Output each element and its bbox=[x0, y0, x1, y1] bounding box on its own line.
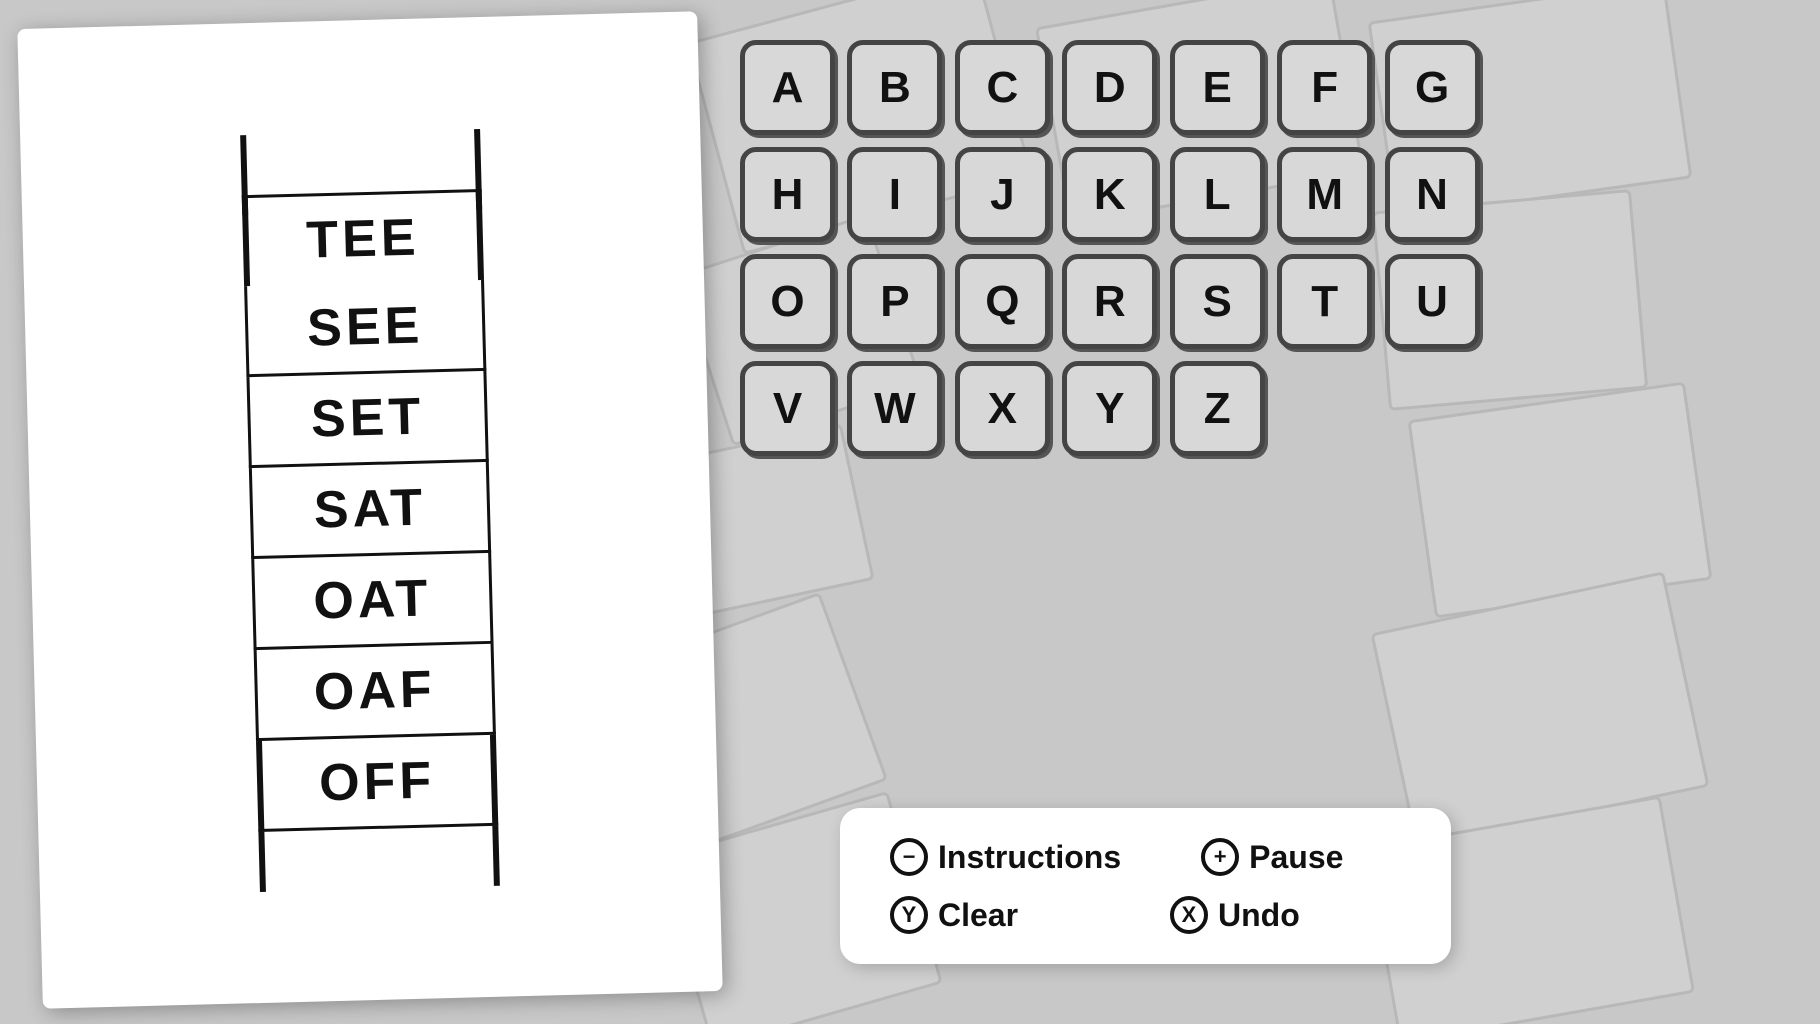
instructions-icon: − bbox=[890, 838, 928, 876]
undo-label: Undo bbox=[1218, 897, 1300, 934]
key-x[interactable]: X bbox=[955, 361, 1050, 456]
key-k[interactable]: K bbox=[1062, 147, 1157, 242]
instructions-button[interactable]: − Instructions bbox=[890, 838, 1121, 876]
paper-card: TEE SEE SET SAT OAT OAF OFF bbox=[17, 11, 722, 1008]
key-t[interactable]: T bbox=[1277, 254, 1372, 349]
key-b[interactable]: B bbox=[847, 40, 942, 135]
word-ladder: TEE SEE SET SAT OAT OAF OFF bbox=[242, 188, 499, 831]
instructions-label: Instructions bbox=[938, 839, 1121, 876]
word-oaf: OAF bbox=[254, 643, 496, 740]
clear-icon: Y bbox=[890, 896, 928, 934]
key-u[interactable]: U bbox=[1385, 254, 1480, 349]
key-y[interactable]: Y bbox=[1062, 361, 1157, 456]
keyboard-area: ABCDEFG HIJKLMN OPQRSTU VWXYZ bbox=[740, 40, 1800, 456]
word-see: SEE bbox=[244, 279, 486, 376]
key-m[interactable]: M bbox=[1277, 147, 1372, 242]
word-oat: OAT bbox=[251, 552, 493, 649]
key-i[interactable]: I bbox=[847, 147, 942, 242]
key-z[interactable]: Z bbox=[1170, 361, 1265, 456]
controls-row-1: − Instructions + Pause bbox=[890, 838, 1401, 876]
key-d[interactable]: D bbox=[1062, 40, 1157, 135]
key-r[interactable]: R bbox=[1062, 254, 1157, 349]
controls-panel: − Instructions + Pause Y Clear X Undo bbox=[840, 808, 1451, 964]
clear-button[interactable]: Y Clear bbox=[890, 896, 1090, 934]
pause-label: Pause bbox=[1249, 839, 1343, 876]
key-a[interactable]: A bbox=[740, 40, 835, 135]
key-e[interactable]: E bbox=[1170, 40, 1265, 135]
key-j[interactable]: J bbox=[955, 147, 1050, 242]
word-tee: TEE bbox=[242, 188, 484, 285]
clear-label: Clear bbox=[938, 897, 1018, 934]
key-o[interactable]: O bbox=[740, 254, 835, 349]
key-v[interactable]: V bbox=[740, 361, 835, 456]
key-c[interactable]: C bbox=[955, 40, 1050, 135]
key-p[interactable]: P bbox=[847, 254, 942, 349]
key-f[interactable]: F bbox=[1277, 40, 1372, 135]
undo-button[interactable]: X Undo bbox=[1170, 896, 1370, 934]
word-set: SET bbox=[246, 370, 488, 467]
pause-icon: + bbox=[1201, 838, 1239, 876]
key-q[interactable]: Q bbox=[955, 254, 1050, 349]
undo-icon: X bbox=[1170, 896, 1208, 934]
key-l[interactable]: L bbox=[1170, 147, 1265, 242]
word-sat: SAT bbox=[249, 461, 491, 558]
key-h[interactable]: H bbox=[740, 147, 835, 242]
key-n[interactable]: N bbox=[1385, 147, 1480, 242]
word-off: OFF bbox=[256, 734, 498, 831]
keyboard-grid: ABCDEFG HIJKLMN OPQRSTU VWXYZ bbox=[740, 40, 1480, 456]
key-s[interactable]: S bbox=[1170, 254, 1265, 349]
controls-row-2: Y Clear X Undo bbox=[890, 896, 1401, 934]
key-g[interactable]: G bbox=[1385, 40, 1480, 135]
key-w[interactable]: W bbox=[847, 361, 942, 456]
pause-button[interactable]: + Pause bbox=[1201, 838, 1401, 876]
